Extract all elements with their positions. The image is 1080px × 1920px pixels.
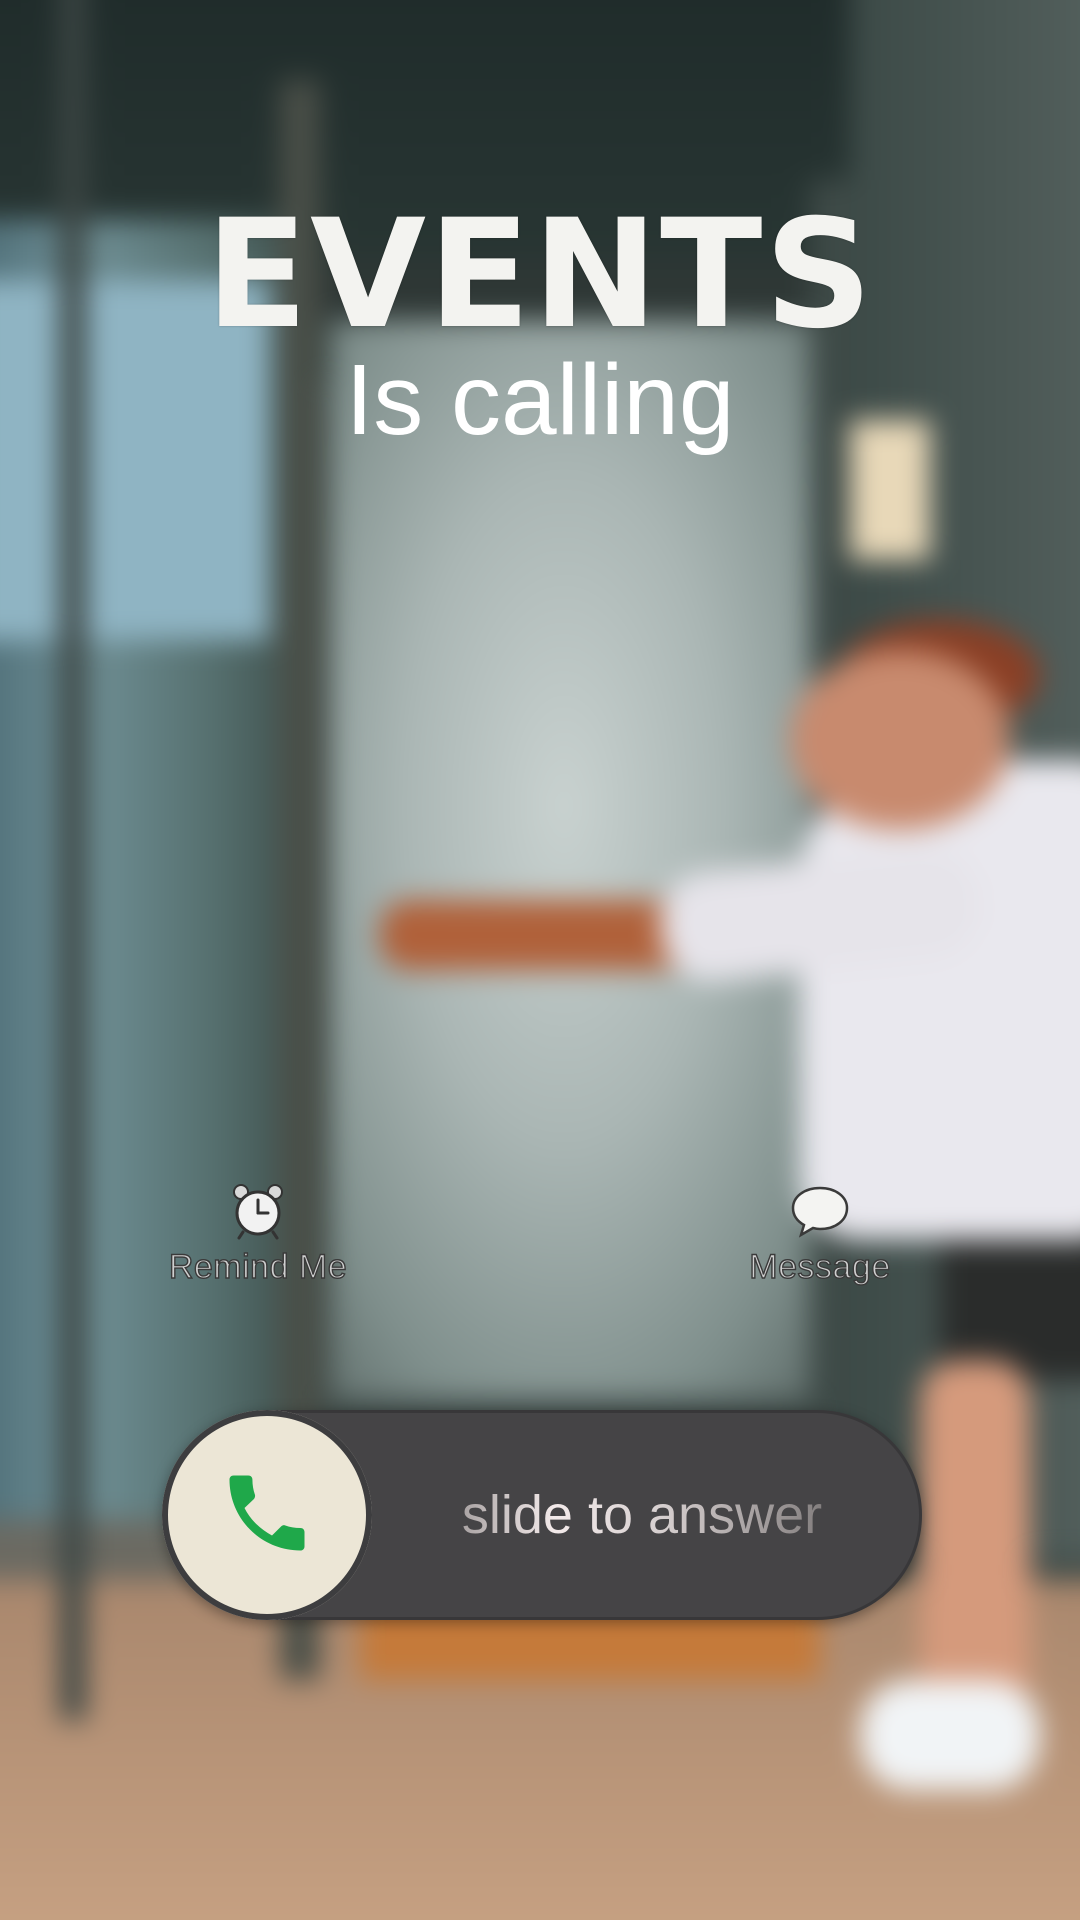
speech-bubble-icon xyxy=(790,1180,850,1240)
caller-name: EVENTS xyxy=(205,188,875,362)
remind-me-label: Remind Me xyxy=(168,1247,348,1286)
incoming-call-screen: EVENTS Is calling Remind Me Message slid… xyxy=(0,0,1080,1920)
phone-icon xyxy=(217,1463,317,1568)
alarm-clock-icon xyxy=(228,1180,288,1240)
message-label: Message xyxy=(749,1247,891,1286)
call-status-text: Is calling xyxy=(345,344,735,456)
slide-to-answer-slider[interactable]: slide to answer xyxy=(162,1410,922,1620)
slide-to-answer-label: slide to answer xyxy=(422,1410,862,1620)
answer-slider-knob[interactable] xyxy=(162,1410,372,1620)
remind-me-button[interactable]: Remind Me xyxy=(128,1180,388,1287)
message-button[interactable]: Message xyxy=(690,1180,950,1287)
